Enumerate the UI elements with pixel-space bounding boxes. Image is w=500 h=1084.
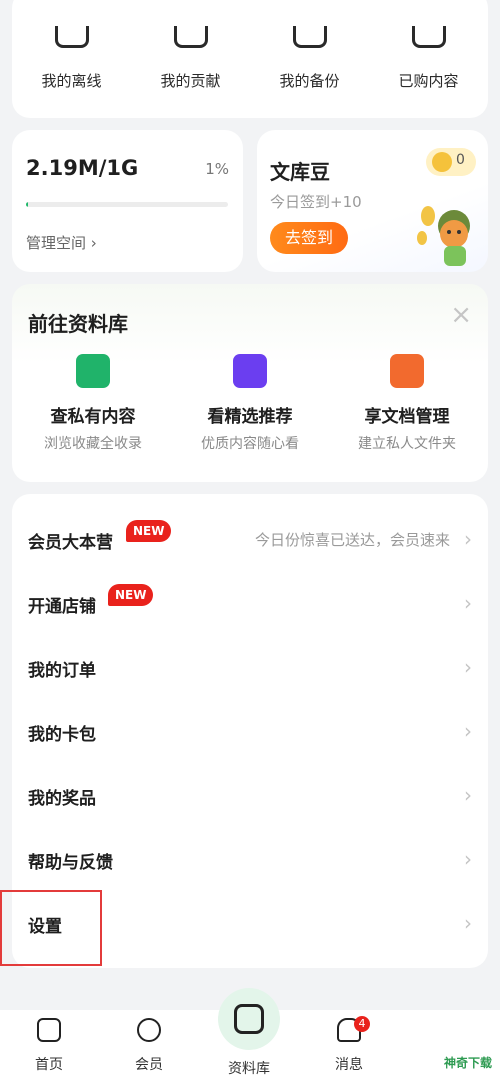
feature-doc-management[interactable]: 享文档管理 建立私人文件夹 [328, 354, 486, 453]
feature-private-content[interactable]: 查私有内容 浏览收藏全收录 [14, 354, 172, 453]
library-center-button[interactable] [218, 988, 280, 1050]
chevron-right-icon: › [464, 591, 472, 615]
library-icon [234, 1004, 264, 1034]
message-count-badge: 4 [354, 1016, 370, 1032]
chevron-right-icon: › [464, 783, 472, 807]
recommend-icon [233, 354, 267, 388]
menu-item-orders[interactable]: 我的订单 › [12, 636, 488, 700]
bean-title: 文库豆 [270, 160, 330, 184]
chevron-right-icon: › [464, 719, 472, 743]
tab-label: 资料库 [228, 1061, 270, 1077]
feature-name: 查私有内容 [50, 407, 136, 427]
quick-link-purchased[interactable]: 已购内容 [369, 0, 488, 108]
tab-home[interactable]: 首页 [14, 1018, 84, 1074]
storage-card[interactable]: 2.19M/1G 1% 管理空间 › [12, 130, 243, 272]
bean-subtitle: 今日签到+10 [270, 193, 362, 211]
folder-icon [390, 354, 424, 388]
feature-desc: 优质内容随心看 [201, 436, 299, 452]
menu-item-label: 帮助与反馈 [28, 853, 113, 873]
menu-item-label: 我的奖品 [28, 789, 96, 809]
quick-link-label: 我的离线 [41, 72, 102, 90]
offline-icon [54, 26, 89, 48]
menu-item-prizes[interactable]: 我的奖品 › [12, 764, 488, 828]
chevron-right-icon: › [464, 911, 472, 935]
chevron-right-icon: › [464, 655, 472, 679]
storage-amount: 2.19M/1G [26, 156, 139, 180]
bean-count: 0 [456, 152, 465, 168]
bean-coin-icon [432, 152, 452, 172]
mascot-illustration [417, 206, 470, 266]
feature-name: 享文档管理 [364, 407, 450, 427]
contribution-icon [173, 26, 208, 48]
feature-desc: 建立私人文件夹 [358, 436, 456, 452]
quick-link-offline[interactable]: 我的离线 [12, 0, 131, 108]
tab-label: 首页 [35, 1057, 63, 1073]
tab-messages[interactable]: 消息 [314, 1018, 384, 1074]
feature-desc: 浏览收藏全收录 [44, 436, 142, 452]
library-card: 前往资料库 × 查私有内容 浏览收藏全收录 看精选推荐 优质内容随心看 享文档管… [12, 284, 488, 482]
tab-label: 会员 [135, 1057, 163, 1073]
wenku-bean-card: 文库豆 今日签到+10 去签到 0 [257, 130, 488, 272]
private-content-icon [76, 354, 110, 388]
menu-item-note: 今日份惊喜已送达，会员速来 [254, 531, 450, 549]
settings-highlight-box [0, 890, 102, 966]
tab-library[interactable]: 资料库 [214, 1046, 284, 1078]
quick-link-label: 已购内容 [398, 72, 459, 90]
menu-item-label: 我的卡包 [28, 725, 96, 745]
storage-progress-bar [26, 202, 228, 207]
storage-percent: 1% [205, 160, 229, 178]
library-title: 前往资料库 [28, 312, 128, 336]
close-icon[interactable]: × [450, 302, 472, 328]
menu-item-label: 我的订单 [28, 661, 96, 681]
menu-item-card-wallet[interactable]: 我的卡包 › [12, 700, 488, 764]
storage-progress-fill [26, 202, 29, 207]
quick-links-card: 我的离线 我的贡献 我的备份 已购内容 [12, 0, 488, 118]
chevron-right-icon: › [464, 847, 472, 871]
menu-item-open-store[interactable]: 开通店铺 NEW › [12, 572, 488, 636]
sign-in-button[interactable]: 去签到 [270, 222, 348, 254]
feature-recommendations[interactable]: 看精选推荐 优质内容随心看 [171, 354, 329, 453]
quick-link-contribution[interactable]: 我的贡献 [131, 0, 250, 108]
quick-link-label: 我的备份 [279, 72, 340, 90]
feature-name: 看精选推荐 [207, 407, 293, 427]
backup-icon [292, 26, 327, 48]
manage-space-link[interactable]: 管理空间 › [26, 232, 97, 253]
new-badge: NEW [126, 520, 172, 542]
menu-item-vip[interactable]: 会员大本营 NEW 今日份惊喜已送达，会员速来 › [12, 508, 488, 572]
chevron-right-icon: › [464, 527, 472, 551]
member-icon [137, 1018, 161, 1042]
tab-member[interactable]: 会员 [114, 1018, 184, 1074]
menu-item-label: 会员大本营 [28, 533, 113, 553]
home-icon [37, 1018, 61, 1042]
watermark: 神奇下载 [443, 1056, 492, 1070]
quick-link-label: 我的贡献 [160, 72, 221, 90]
menu-item-label: 开通店铺 [28, 597, 96, 617]
tab-label: 消息 [335, 1057, 363, 1073]
menu-item-help-feedback[interactable]: 帮助与反馈 › [12, 828, 488, 892]
bean-count-badge: 0 [426, 148, 476, 176]
purchased-icon [411, 26, 446, 48]
quick-link-backup[interactable]: 我的备份 [250, 0, 369, 108]
new-badge: NEW [108, 584, 154, 606]
